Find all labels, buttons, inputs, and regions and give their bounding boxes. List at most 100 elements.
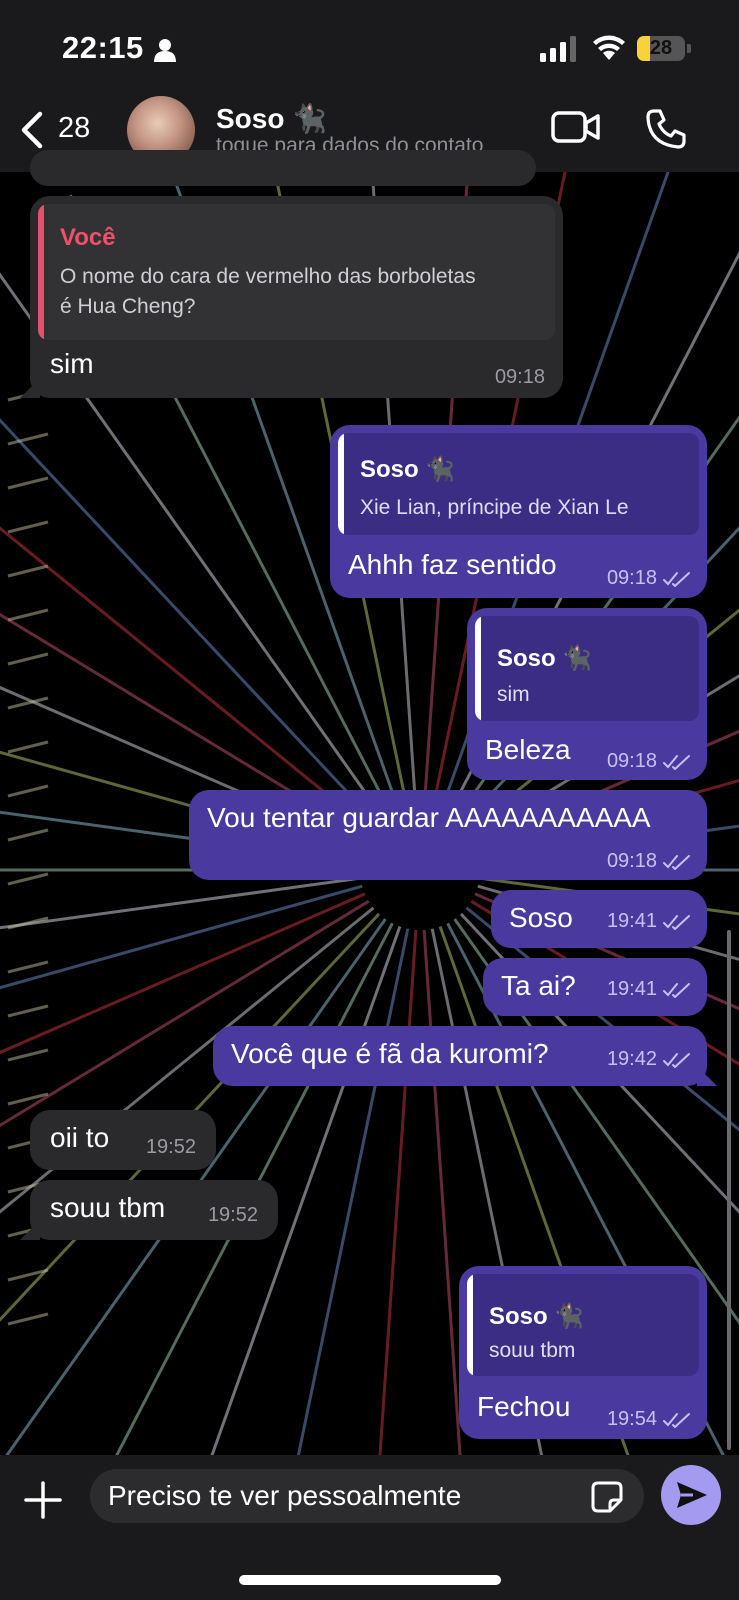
message-text: Vou tentar guardar AAAAAAAAAAA — [207, 802, 651, 833]
message-text: Você que é fã da kuromi? — [231, 1038, 549, 1069]
reply-quote[interactable]: Soso 🐈‍⬛ souu tbm — [467, 1274, 699, 1376]
wallpaper-light — [7, 784, 49, 798]
message-time-label: 09:18 — [606, 567, 657, 589]
message-bubble-outgoing[interactable]: Ta ai? 19:41 — [483, 958, 707, 1016]
reply-quote[interactable]: Você O nome do cara de vermelho das borb… — [38, 204, 555, 340]
message-text: Fechou — [477, 1391, 571, 1422]
reply-accent-bar — [38, 204, 44, 340]
reply-quote[interactable]: Soso 🐈‍⬛ sim — [475, 616, 699, 721]
cellular-signal-icon — [540, 36, 576, 62]
message-time: 09:18 — [607, 750, 691, 773]
reply-text: souu tbm — [489, 1339, 576, 1362]
message-bubble-incoming[interactable]: Você O nome do cara de vermelho das borb… — [30, 196, 563, 398]
reply-author: Soso 🐈‍⬛ — [489, 1303, 585, 1330]
read-receipt-icon — [663, 1412, 690, 1428]
message-time-label: 19:52 — [145, 1136, 196, 1158]
message-time-label: 19:54 — [606, 1408, 657, 1430]
message-time: 19:54 — [607, 1408, 691, 1431]
phone-call-icon[interactable] — [645, 108, 687, 150]
reply-quote[interactable]: Soso 🐈‍⬛ Xie Lian, príncipe de Xian Le — [338, 433, 699, 535]
message-bubble-outgoing[interactable]: Soso 🐈‍⬛ Xie Lian, príncipe de Xian Le A… — [330, 425, 707, 598]
message-bubble-partial — [30, 150, 536, 186]
message-bubble-outgoing[interactable]: Soso 🐈‍⬛ souu tbm Fechou 19:54 — [459, 1266, 707, 1439]
reply-author: Soso 🐈‍⬛ — [360, 456, 456, 483]
status-bar: 22:15 28 — [0, 0, 739, 96]
video-call-icon[interactable] — [551, 110, 601, 144]
message-text: Soso — [509, 902, 573, 933]
message-time-label: 19:41 — [606, 978, 657, 1000]
reply-text: Xie Lian, príncipe de Xian Le — [360, 496, 629, 519]
message-bubble-outgoing[interactable]: Você que é fã da kuromi? 19:42 — [213, 1026, 707, 1086]
send-button[interactable] — [661, 1465, 721, 1525]
back-chevron-icon[interactable] — [18, 110, 44, 150]
reply-text-line: O nome do cara de vermelho das borboleta… — [60, 265, 476, 288]
message-time: 19:42 — [607, 1048, 691, 1071]
message-composer: Preciso te ver pessoalmente — [0, 1455, 739, 1600]
message-bubble-incoming[interactable]: oii to 19:52 — [30, 1110, 216, 1170]
message-time-label: 19:52 — [207, 1204, 258, 1226]
wallpaper-light — [7, 1004, 49, 1018]
message-time: 19:52 — [208, 1204, 258, 1227]
message-bubble-outgoing[interactable]: Vou tentar guardar AAAAAAAAAAA 09:18 — [189, 790, 707, 880]
wallpaper-light — [7, 872, 49, 886]
message-time: 09:18 — [607, 567, 691, 590]
wallpaper-spoke — [446, 922, 739, 1489]
wallpaper-light — [7, 740, 49, 754]
message-time-label: 09:18 — [606, 750, 657, 772]
reply-text: sim — [497, 683, 530, 706]
status-time: 22:15 — [62, 30, 144, 65]
message-text: Ta ai? — [501, 970, 576, 1001]
message-input-value[interactable]: Preciso te ver pessoalmente — [108, 1480, 461, 1512]
message-text: Ahhh faz sentido — [348, 549, 557, 580]
back-unread-count[interactable]: 28 — [58, 112, 90, 145]
wifi-icon — [593, 35, 625, 60]
message-bubble-outgoing[interactable]: Soso 19:41 — [491, 890, 707, 948]
message-time: 19:41 — [607, 978, 691, 1001]
message-time-label: 09:18 — [494, 366, 545, 388]
message-time: 19:41 — [607, 910, 691, 933]
battery-level: 28 — [649, 37, 673, 59]
send-arrow-icon — [677, 1482, 707, 1508]
wallpaper-light — [7, 476, 49, 490]
person-icon — [154, 39, 176, 62]
wallpaper-light — [7, 520, 49, 534]
message-time: 19:52 — [146, 1136, 196, 1159]
message-time-label: 19:42 — [606, 1048, 657, 1070]
home-indicator — [239, 1575, 501, 1585]
reply-author: Soso 🐈‍⬛ — [497, 645, 593, 672]
battery-indicator: 28 — [637, 36, 685, 61]
wallpaper-light — [7, 1048, 49, 1062]
attach-plus-icon[interactable] — [24, 1481, 62, 1519]
message-bubble-outgoing[interactable]: Soso 🐈‍⬛ sim Beleza 09:18 — [467, 608, 707, 780]
chat-scrollbar[interactable] — [727, 930, 731, 1450]
message-text: oii to — [50, 1122, 110, 1153]
reply-accent-bar — [338, 433, 344, 535]
wallpaper-light — [7, 1312, 49, 1326]
reply-text-line: é Hua Cheng? — [60, 295, 196, 318]
read-receipt-icon — [663, 982, 690, 998]
message-text: souu tbm — [50, 1192, 166, 1223]
message-text: Beleza — [485, 734, 571, 765]
reply-author: Você — [60, 224, 116, 251]
read-receipt-icon — [663, 914, 690, 930]
read-receipt-icon — [663, 571, 690, 587]
message-input[interactable]: Preciso te ver pessoalmente — [90, 1469, 644, 1523]
sticker-icon[interactable] — [590, 1480, 624, 1514]
read-receipt-icon — [663, 754, 690, 770]
reply-accent-bar — [475, 616, 481, 721]
message-time-label: 19:41 — [606, 910, 657, 932]
reply-accent-bar — [467, 1274, 473, 1376]
wallpaper-light — [7, 828, 49, 842]
wallpaper-light — [7, 608, 49, 622]
wallpaper-light — [7, 652, 49, 666]
wallpaper-light — [7, 960, 49, 974]
read-receipt-icon — [663, 854, 690, 870]
read-receipt-icon — [663, 1052, 690, 1068]
message-bubble-incoming[interactable]: souu tbm 19:52 — [30, 1180, 278, 1240]
message-time: 09:18 — [495, 366, 545, 389]
message-text: sim — [50, 348, 94, 379]
message-time: 09:18 — [607, 850, 691, 873]
contact-name[interactable]: Soso 🐈‍⬛ — [216, 102, 327, 135]
message-time-label: 09:18 — [606, 850, 657, 872]
wallpaper-spoke — [0, 876, 361, 930]
